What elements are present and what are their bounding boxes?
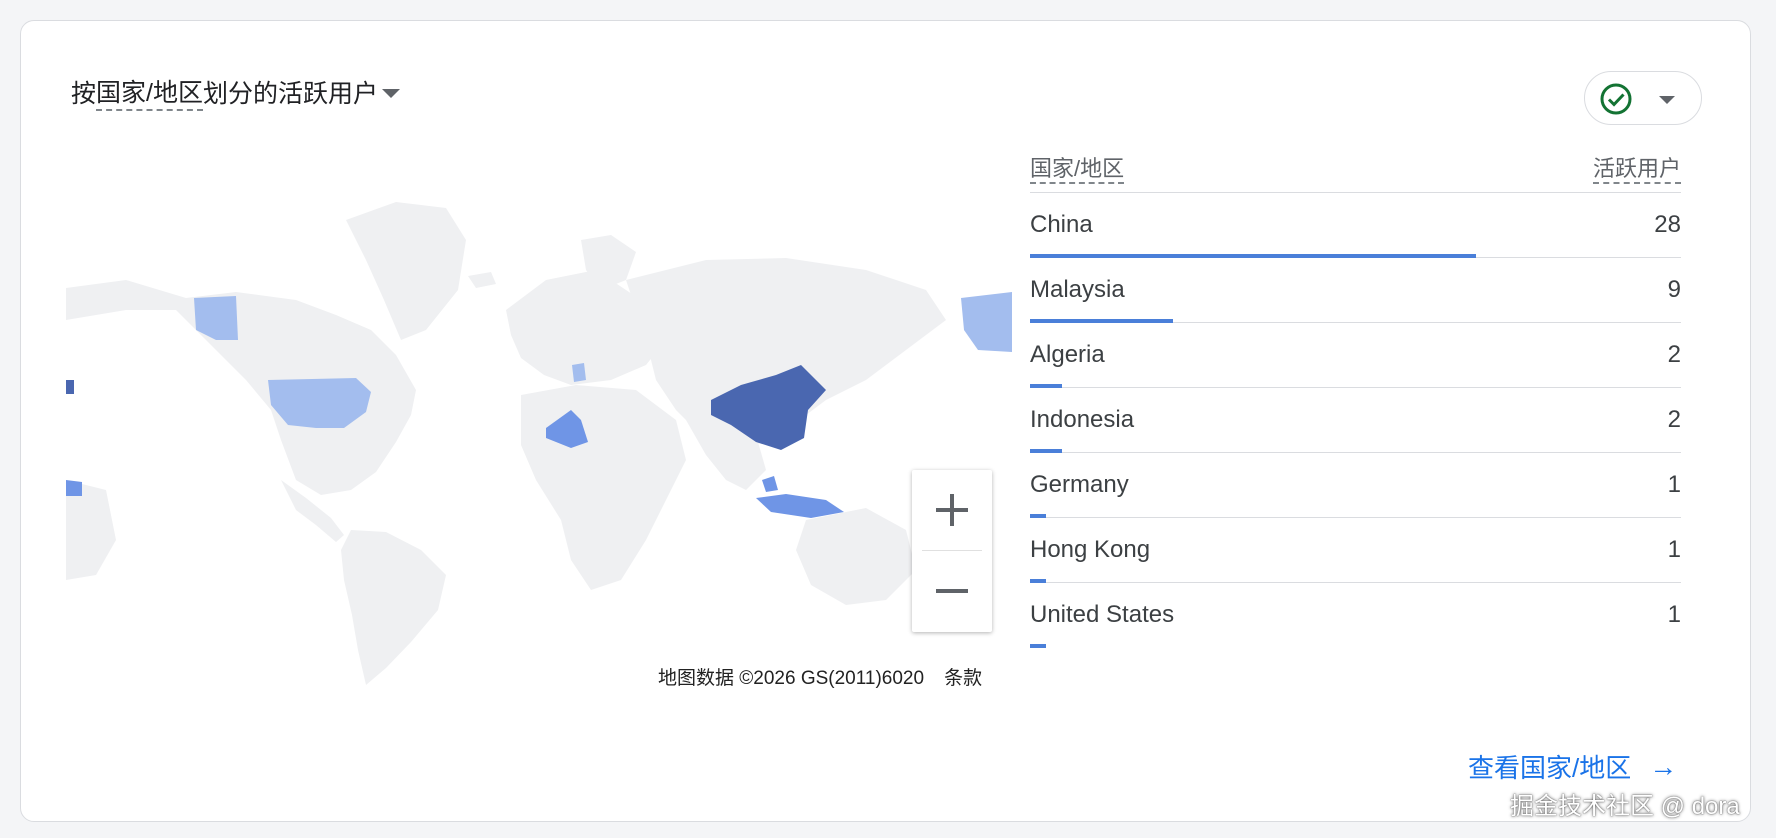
zoom-in-button[interactable] bbox=[912, 470, 992, 550]
table-row[interactable]: Germany 1 bbox=[1030, 453, 1681, 518]
table-row[interactable]: Algeria 2 bbox=[1030, 323, 1681, 388]
table-row[interactable]: Hong Kong 1 bbox=[1030, 518, 1681, 583]
value-bar bbox=[1030, 644, 1046, 648]
plus-icon bbox=[936, 494, 968, 526]
caret-down-icon[interactable] bbox=[381, 88, 400, 98]
arrow-right-icon: → bbox=[1649, 750, 1678, 782]
map-region-alaska-east[interactable] bbox=[961, 292, 1012, 352]
view-countries-link[interactable]: 查看国家/地区 → bbox=[1468, 748, 1677, 785]
zoom-out-button[interactable] bbox=[912, 551, 992, 631]
active-users-value: 2 bbox=[1667, 406, 1681, 433]
watermark: 掘金技术社区 @ dora bbox=[1510, 793, 1740, 820]
title-dimension[interactable]: 国家/地区 bbox=[96, 73, 203, 111]
country-name: Germany bbox=[1030, 471, 1129, 498]
title-suffix: 划分的活跃用户 bbox=[202, 80, 378, 108]
view-countries-label: 查看国家/地区 bbox=[1468, 753, 1632, 783]
active-users-value: 2 bbox=[1667, 341, 1681, 368]
country-name: Indonesia bbox=[1030, 406, 1135, 433]
minus-icon bbox=[936, 575, 968, 607]
active-users-value: 28 bbox=[1654, 211, 1681, 238]
column-header-active-users[interactable]: 活跃用户 bbox=[1592, 156, 1681, 184]
chevron-down-icon bbox=[1659, 96, 1675, 104]
map-terms-link[interactable]: 条款 bbox=[936, 666, 990, 692]
table-header: 国家/地区 活跃用户 bbox=[1030, 140, 1681, 193]
map-region-malaysia[interactable] bbox=[762, 476, 778, 492]
map-land bbox=[66, 202, 946, 685]
active-users-value: 9 bbox=[1667, 276, 1681, 303]
country-name: United States bbox=[1030, 601, 1175, 628]
country-name: China bbox=[1030, 211, 1093, 238]
table-row[interactable]: Indonesia 2 bbox=[1030, 388, 1681, 453]
world-map[interactable] bbox=[66, 180, 1012, 686]
map-zoom-control bbox=[912, 470, 992, 632]
table-row[interactable]: United States 1 bbox=[1030, 583, 1681, 648]
map-attribution: 地图数据 ©2026 GS(2011)6020 条款 bbox=[650, 666, 991, 692]
title-prefix: 按 bbox=[71, 80, 97, 108]
map-region-germany[interactable] bbox=[572, 363, 586, 382]
map-region-indonesia[interactable] bbox=[756, 494, 844, 518]
check-circle-icon bbox=[1600, 83, 1632, 115]
active-users-value: 1 bbox=[1667, 471, 1681, 498]
card-title[interactable]: 按 国家/地区 划分的活跃用户 bbox=[71, 73, 400, 111]
world-map-canvas[interactable] bbox=[66, 180, 1012, 686]
map-region-left-edge-2[interactable] bbox=[66, 480, 82, 496]
active-users-value: 1 bbox=[1667, 601, 1681, 628]
status-dropdown-button[interactable] bbox=[1584, 71, 1702, 125]
country-name: Hong Kong bbox=[1030, 536, 1151, 563]
country-name: Algeria bbox=[1030, 341, 1105, 368]
column-header-country[interactable]: 国家/地区 bbox=[1030, 156, 1125, 184]
country-name: Malaysia bbox=[1030, 276, 1125, 303]
table-row[interactable]: China 28 bbox=[1030, 193, 1681, 258]
country-table: 国家/地区 活跃用户 China 28 Malaysia 9 Algeria 2… bbox=[1030, 140, 1681, 648]
map-data-credit: 地图数据 ©2026 GS(2011)6020 bbox=[658, 668, 925, 689]
map-region-left-edge[interactable] bbox=[66, 380, 74, 394]
active-users-value: 1 bbox=[1667, 536, 1681, 563]
table-row[interactable]: Malaysia 9 bbox=[1030, 258, 1681, 323]
